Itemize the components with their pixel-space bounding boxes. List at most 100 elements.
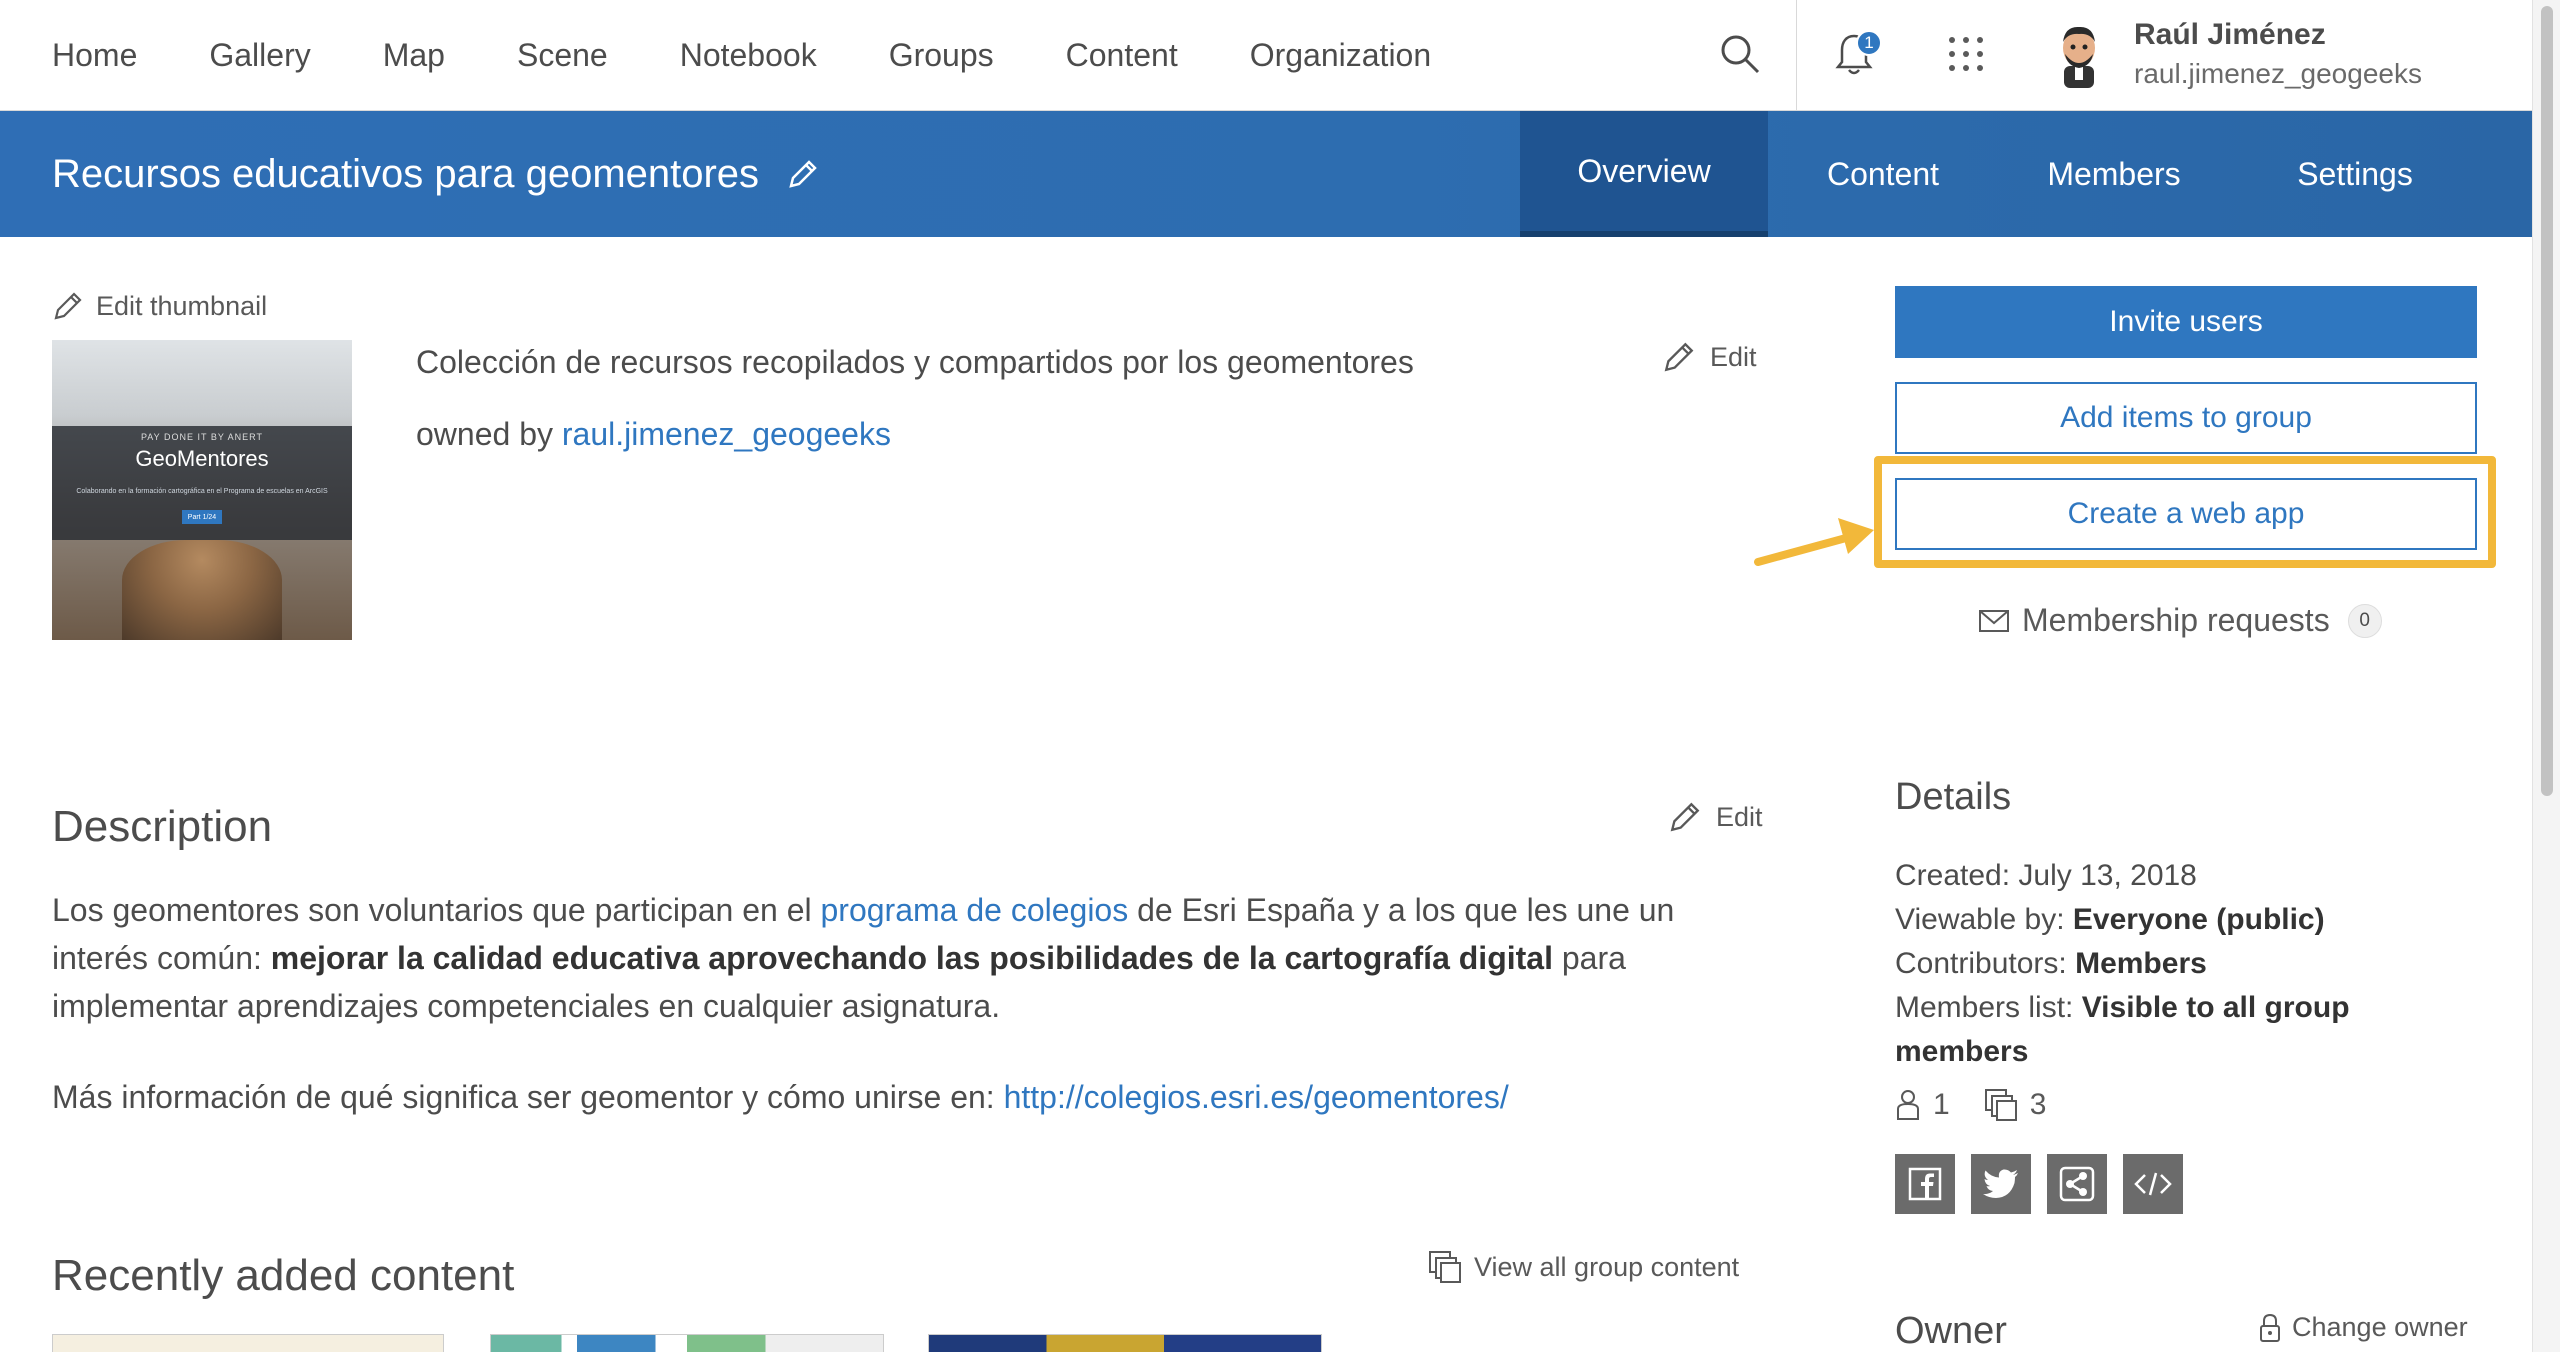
detail-viewable: Viewable by: Everyone (public) [1895, 898, 2455, 942]
items-icon [1984, 1089, 2017, 1121]
content-card-thumbnail[interactable] [490, 1334, 884, 1352]
owned-by-label: owned by [416, 416, 562, 452]
avatar[interactable] [2050, 20, 2108, 88]
pencil-icon [1664, 342, 1694, 372]
change-owner-label: Change owner [2292, 1312, 2468, 1342]
share-icon [2059, 1166, 2095, 1202]
details-heading: Details [1895, 776, 2012, 818]
detail-label: Contributors: [1895, 947, 2076, 980]
thumbnail-photo [122, 540, 282, 640]
content-card-thumbnail[interactable] [928, 1334, 1322, 1352]
member-count: 1 [1933, 1088, 1950, 1121]
create-web-app-button[interactable]: Create a web app [1895, 478, 2477, 550]
user-avatar-icon [2063, 26, 2095, 88]
pencil-icon [54, 292, 82, 320]
detail-members-list: Members list: Visible to all group membe… [1895, 986, 2455, 1074]
thumbnail-title: GeoMentores [135, 446, 269, 471]
detail-created: Created: July 13, 2018 [1895, 854, 2455, 898]
detail-label: Created: [1895, 859, 2019, 892]
edit-thumbnail-link[interactable]: Edit thumbnail [52, 290, 267, 322]
embed-icon [2134, 1172, 2172, 1196]
nav-organization[interactable]: Organization [1250, 37, 1431, 74]
share-link-button[interactable] [2047, 1154, 2107, 1214]
membership-count-badge: 0 [2347, 603, 2382, 638]
content-card-thumbnail[interactable] [52, 1334, 444, 1352]
nav-scene[interactable]: Scene [517, 37, 608, 74]
nav-map[interactable]: Map [383, 37, 445, 74]
nav-home[interactable]: Home [52, 37, 137, 74]
scrollbar-thumb[interactable] [2541, 6, 2553, 796]
group-title: Recursos educativos para geomentores [52, 151, 760, 196]
share-buttons [1895, 1154, 2199, 1214]
change-owner-link[interactable]: Change owner [2258, 1312, 2468, 1343]
top-navigation: Home Gallery Map Scene Notebook Groups C… [0, 0, 2532, 111]
more-info-paragraph: Más información de qué significa ser geo… [52, 1079, 1509, 1116]
tab-settings[interactable]: Settings [2230, 111, 2480, 237]
edit-title-button[interactable] [787, 156, 823, 192]
group-tabs: Overview Content Members Settings [1520, 111, 2480, 237]
facebook-share-button[interactable] [1895, 1154, 1955, 1214]
group-header: Recursos educativos para geomentores Ove… [0, 111, 2532, 237]
user-name: Raúl Jiménez [2134, 18, 2326, 51]
nav-groups[interactable]: Groups [889, 37, 994, 74]
pointer-arrow-icon [1754, 518, 1874, 566]
search-button[interactable] [1712, 26, 1768, 82]
view-all-content-link[interactable]: View all group content [1428, 1250, 1739, 1284]
twitter-share-button[interactable] [1971, 1154, 2031, 1214]
geomentores-url-link[interactable]: http://colegios.esri.es/geomentores/ [1004, 1079, 1509, 1115]
edit-label: Edit [1710, 341, 1757, 372]
edit-thumbnail-label: Edit thumbnail [96, 290, 268, 321]
tab-overview[interactable]: Overview [1520, 111, 1768, 237]
membership-requests-link[interactable]: Membership requests 0 [1978, 602, 2382, 639]
detail-contributors: Contributors: Members [1895, 942, 2455, 986]
item-count-stat: 3 [1984, 1088, 2047, 1122]
group-thumbnail: PAY DONE IT BY ANERT GeoMentores Colabor… [52, 340, 352, 640]
invite-users-button[interactable]: Invite users [1895, 286, 2477, 358]
thumbnail-button: Part 1/24 [182, 510, 222, 524]
owner-link[interactable]: raul.jimenez_geogeeks [562, 416, 891, 452]
notification-badge: 1 [1856, 30, 1882, 56]
recent-content-heading: Recently added content [52, 1251, 515, 1300]
add-items-button[interactable]: Add items to group [1895, 382, 2477, 454]
detail-value: Everyone (public) [2072, 903, 2325, 936]
detail-label: Members list: [1895, 991, 2082, 1024]
description-heading: Description [52, 802, 273, 851]
lock-icon [2260, 1313, 2280, 1342]
group-title-container: Recursos educativos para geomentores [52, 111, 823, 237]
detail-value: Members [2075, 947, 2207, 980]
description-paragraph: Los geomentores son voluntarios que part… [52, 886, 1752, 1030]
user-handle: raul.jimenez_geogeeks [2134, 58, 2422, 89]
embed-button[interactable] [2123, 1154, 2183, 1214]
nav-menu: Home Gallery Map Scene Notebook Groups C… [52, 0, 1503, 111]
detail-label: Viewable by: [1895, 903, 2073, 936]
membership-requests-label: Membership requests [2022, 602, 2330, 638]
detail-value: July 13, 2018 [2018, 859, 2197, 892]
pencil-icon [1670, 802, 1700, 832]
facebook-icon [1908, 1167, 1942, 1201]
twitter-icon [1983, 1169, 2018, 1198]
edit-summary-button[interactable]: Edit [1662, 340, 1757, 374]
member-icon [1897, 1090, 1919, 1120]
thumbnail-small-text: PAY DONE IT BY ANERT [140, 432, 264, 442]
description-bold-text: mejorar la calidad educativa aprovechand… [270, 940, 1553, 976]
nav-divider [1796, 0, 1797, 111]
details-list: Created: July 13, 2018 Viewable by: Ever… [1895, 854, 2455, 1074]
thumbnail-subtitle: Colaborando en la formación cartográfica… [76, 488, 328, 495]
programa-colegios-link[interactable]: programa de colegios [820, 892, 1128, 928]
owner-heading: Owner [1895, 1310, 2007, 1352]
tab-content[interactable]: Content [1768, 111, 1998, 237]
view-all-label: View all group content [1474, 1251, 1740, 1282]
edit-label: Edit [1716, 801, 1763, 832]
tab-members[interactable]: Members [1998, 111, 2230, 237]
app-launcher-button[interactable] [1938, 26, 1994, 82]
edit-description-button[interactable]: Edit [1668, 800, 1763, 834]
notifications-button[interactable]: 1 [1826, 26, 1882, 82]
nav-content[interactable]: Content [1066, 37, 1178, 74]
nav-notebook[interactable]: Notebook [680, 37, 817, 74]
nav-gallery[interactable]: Gallery [209, 37, 310, 74]
page-scrollbar[interactable] [2532, 0, 2560, 1352]
item-count: 3 [2029, 1088, 2047, 1121]
group-summary: Colección de recursos recopilados y comp… [416, 344, 1414, 380]
user-menu[interactable]: Raúl Jiménez raul.jimenez_geogeeks [2134, 18, 2422, 90]
owned-by: owned by raul.jimenez_geogeeks [416, 416, 891, 453]
